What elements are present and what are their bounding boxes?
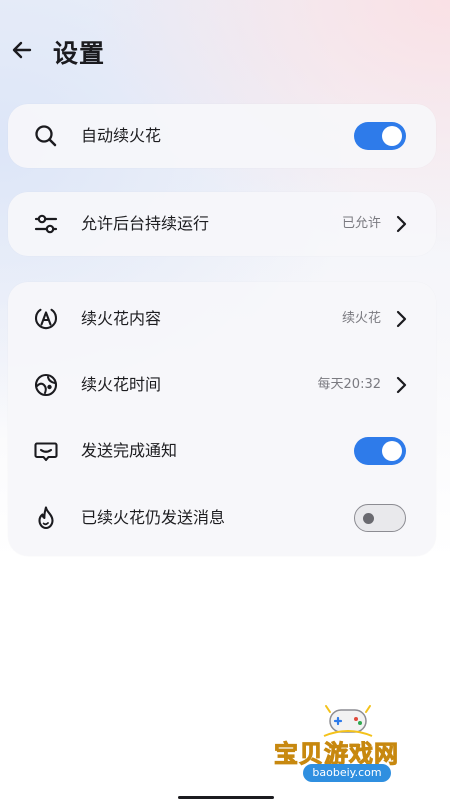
- setting-label: 已续火花仍发送消息: [81, 508, 226, 527]
- setting-row-streak-time[interactable]: 续火花时间 每天20:32: [8, 353, 436, 417]
- toggle-knob: [382, 441, 402, 461]
- chevron-right-icon: [394, 309, 408, 329]
- message-icon: [32, 437, 60, 465]
- toggle-knob: [382, 126, 402, 146]
- setting-row-send-anyway[interactable]: 已续火花仍发送消息: [8, 486, 436, 550]
- app-header: 设置: [0, 22, 450, 82]
- toggle-knob: [363, 512, 374, 524]
- setting-label: 允许后台持续运行: [81, 214, 210, 233]
- sliders-icon: [32, 210, 60, 238]
- chevron-right-icon: [394, 214, 408, 234]
- page-title: 设置: [53, 39, 106, 68]
- setting-row-streak-content[interactable]: 续火花内容 续火花: [8, 287, 436, 351]
- setting-value: 已允许: [341, 216, 381, 231]
- search-icon: [32, 122, 60, 150]
- setting-label: 续火花时间: [81, 375, 162, 394]
- setting-row-background-run[interactable]: 允许后台持续运行 已允许: [8, 192, 436, 256]
- setting-label: 发送完成通知: [81, 441, 178, 460]
- setting-row-completion-notify[interactable]: 发送完成通知: [8, 419, 436, 483]
- home-indicator[interactable]: [178, 796, 274, 799]
- send-anyway-toggle[interactable]: [354, 504, 406, 532]
- clock-icon: [32, 371, 60, 399]
- setting-label: 续火花内容: [81, 309, 162, 328]
- settings-card-streak: 续火花内容 续火花 续火花时间 每天20:32 发送完成通知 已续火花仍发送消息: [8, 282, 436, 556]
- settings-card-auto: 自动续火花: [8, 104, 436, 168]
- arrow-left-icon: [12, 41, 32, 59]
- letter-a-icon: [32, 305, 60, 333]
- setting-label: 自动续火花: [81, 126, 162, 145]
- completion-notify-toggle[interactable]: [354, 437, 406, 465]
- back-button[interactable]: [8, 36, 36, 64]
- settings-card-background: 允许后台持续运行 已允许: [8, 192, 436, 256]
- gamepad-icon: [323, 705, 373, 737]
- setting-value: 每天20:32: [317, 377, 381, 392]
- watermark-logo: 宝贝游戏网 baobeiy.com: [270, 700, 430, 790]
- setting-row-auto-streak[interactable]: 自动续火花: [8, 104, 436, 168]
- setting-value: 续火花: [341, 311, 381, 326]
- watermark-url: baobeiy.com: [303, 764, 391, 782]
- chevron-right-icon: [394, 375, 408, 395]
- flame-icon: [32, 504, 60, 532]
- auto-streak-toggle[interactable]: [354, 122, 406, 150]
